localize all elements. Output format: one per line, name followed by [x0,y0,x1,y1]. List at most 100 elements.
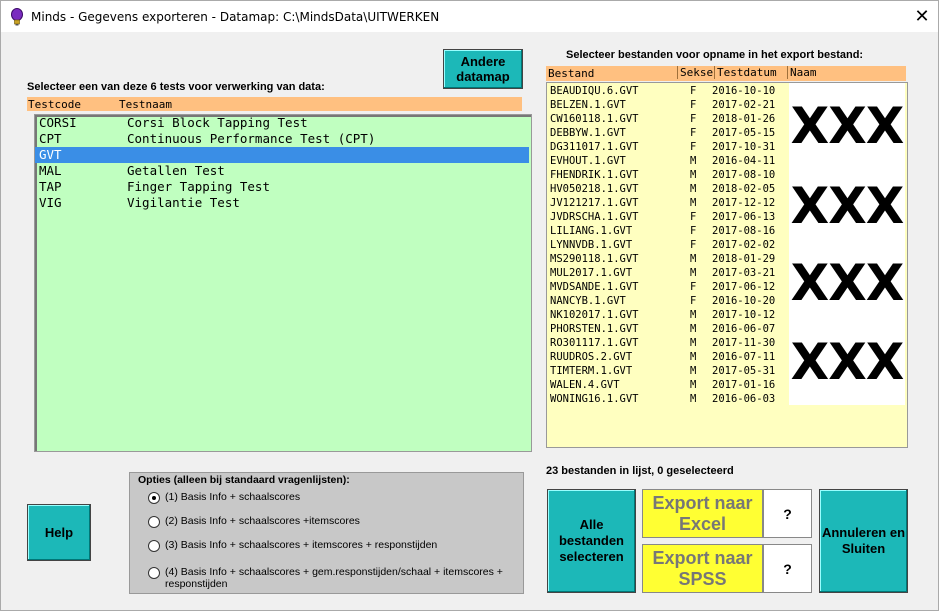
file-sex: M [690,337,697,349]
file-row[interactable]: RUUDROS.2.GVT M 2016-07-11 [547,350,789,364]
file-row[interactable]: JVDRSCHA.1.GVT F 2017-06-13 [547,210,789,224]
test-name: Corsi Block Tapping Test [127,115,308,130]
file-date: 2016-06-07 [712,323,776,335]
option-1-label: (1) Basis Info + schaalscores [165,491,301,503]
test-row-tap[interactable]: TAP Finger Tapping Test [35,179,529,195]
file-row[interactable]: DG311017.1.GVT F 2017-10-31 [547,140,789,154]
spss-help-button[interactable]: ? [763,544,812,593]
file-row[interactable]: NANCYB.1.GVT F 2016-10-20 [547,294,789,308]
file-list[interactable]: XXX XXX XXX XXX BEAUDIQU.6.GVT F 2016-10-1… [546,82,908,448]
test-name: Finger Tapping Test [127,179,270,194]
header-bestand[interactable]: Bestand [548,67,594,80]
select-all-label: Alle bestanden selecteren [558,517,624,564]
file-row[interactable]: PHORSTEN.1.GVT M 2016-06-07 [547,322,789,336]
header-sekse[interactable]: Sekse [677,66,713,79]
cancel-close-label: Annuleren en Sluiten [821,525,906,556]
test-row-mal[interactable]: MAL Getallen Test [35,163,529,179]
file-sex: F [690,211,697,223]
header-naam[interactable]: Naam [787,66,817,79]
file-row[interactable]: BEAUDIQU.6.GVT F 2016-10-10 [547,84,789,98]
test-list-header: Testcode Testnaam [27,97,522,111]
file-date: 2017-08-10 [712,169,776,181]
file-date: 2017-01-16 [712,379,776,391]
file-row[interactable]: MS290118.1.GVT M 2018-01-29 [547,252,789,266]
file-sex: M [690,351,697,363]
file-sex: F [690,85,697,97]
redaction-label: XXX [790,97,905,155]
file-name: WONING16.1.GVT [550,393,639,405]
test-row-vig[interactable]: VIG Vigilantie Test [35,195,529,211]
file-date: 2018-02-05 [712,183,776,195]
header-testdatum[interactable]: Testdatum [714,66,777,79]
file-date: 2017-05-31 [712,365,776,377]
file-date: 2016-04-11 [712,155,776,167]
file-row[interactable]: MUL2017.1.GVT M 2017-03-21 [547,266,789,280]
file-name: EVHOUT.1.GVT [550,155,626,167]
file-name: NANCYB.1.GVT [550,295,626,307]
file-date: 2017-10-31 [712,141,776,153]
select-all-files-button[interactable]: Alle bestanden selecteren [547,489,636,593]
file-row[interactable]: FHENDRIK.1.GVT M 2017-08-10 [547,168,789,182]
file-row[interactable]: WALEN.4.GVT M 2017-01-16 [547,378,789,392]
test-list[interactable]: CORSI Corsi Block Tapping Test CPT Conti… [34,114,532,452]
options-title: Opties (alleen bij standaard vragenlijst… [138,474,350,486]
file-date: 2018-01-26 [712,113,776,125]
file-row[interactable]: CW160118.1.GVT F 2018-01-26 [547,112,789,126]
file-date: 2017-05-15 [712,127,776,139]
test-code: CPT [39,131,62,146]
redaction-label: XXX [790,333,905,391]
file-row[interactable]: BELZEN.1.GVT F 2017-02-21 [547,98,789,112]
file-row[interactable]: MVDSANDE.1.GVT F 2017-06-12 [547,280,789,294]
file-sex: F [690,141,697,153]
file-date: 2016-06-03 [712,393,776,405]
file-sex: M [690,323,697,335]
file-sex: M [690,197,697,209]
file-row[interactable]: TIMTERM.1.GVT M 2017-05-31 [547,364,789,378]
export-spss-label: Export naar SPSS [652,547,753,589]
title-bar: Minds - Gegevens exporteren - Datamap: C… [1,1,938,32]
option-3-radio[interactable] [148,540,160,552]
file-row[interactable]: NK102017.1.GVT M 2017-10-12 [547,308,789,322]
file-date: 2017-10-12 [712,309,776,321]
file-date: 2017-12-12 [712,197,776,209]
test-row-corsi[interactable]: CORSI Corsi Block Tapping Test [35,115,529,131]
file-row[interactable]: RO301117.1.GVT M 2017-11-30 [547,336,789,350]
file-name: DG311017.1.GVT [550,141,639,153]
test-row-cpt[interactable]: CPT Continuous Performance Test (CPT) [35,131,529,147]
andere-datamap-button[interactable]: Andere datamap [443,49,523,89]
file-date: 2017-06-12 [712,281,776,293]
file-row[interactable]: EVHOUT.1.GVT M 2016-04-11 [547,154,789,168]
file-date: 2016-10-10 [712,85,776,97]
header-testnaam[interactable]: Testnaam [119,98,172,111]
file-sex: M [690,379,697,391]
file-sex: M [690,309,697,321]
export-excel-label: Export naar Excel [652,492,753,534]
cancel-close-button[interactable]: Annuleren en Sluiten [819,489,908,593]
file-name: NK102017.1.GVT [550,309,639,321]
redaction-label: XXX [790,177,905,235]
test-code: GVT [39,147,62,162]
file-name: JVDRSCHA.1.GVT [550,211,639,223]
help-button[interactable]: Help [27,504,91,561]
file-row[interactable]: LILIANG.1.GVT F 2017-08-16 [547,224,789,238]
file-sex: M [690,183,697,195]
option-2-label: (2) Basis Info + schaalscores +itemscore… [165,515,360,527]
export-excel-button[interactable]: Export naar Excel [642,489,763,538]
option-2-radio[interactable] [148,516,160,528]
file-row[interactable]: LYNNVDB.1.GVT F 2017-02-02 [547,238,789,252]
file-row[interactable]: HV050218.1.GVT M 2018-02-05 [547,182,789,196]
option-4-radio[interactable] [148,567,160,579]
excel-help-button[interactable]: ? [763,489,812,538]
file-row[interactable]: WONING16.1.GVT M 2016-06-03 [547,392,789,406]
close-window-button[interactable]: ✕ [905,4,939,30]
option-1-radio[interactable] [148,492,160,504]
file-row[interactable]: DEBBYW.1.GVT F 2017-05-15 [547,126,789,140]
file-sex: F [690,99,697,111]
option-3-label: (3) Basis Info + schaalscores + itemscor… [165,539,438,551]
export-spss-button[interactable]: Export naar SPSS [642,544,763,593]
test-row-gvt-selected[interactable]: GVT [35,147,529,163]
file-name: JV121217.1.GVT [550,197,639,209]
file-list-header: Bestand Sekse Testdatum Naam [546,66,906,81]
file-row[interactable]: JV121217.1.GVT M 2017-12-12 [547,196,789,210]
header-testcode[interactable]: Testcode [28,98,81,111]
